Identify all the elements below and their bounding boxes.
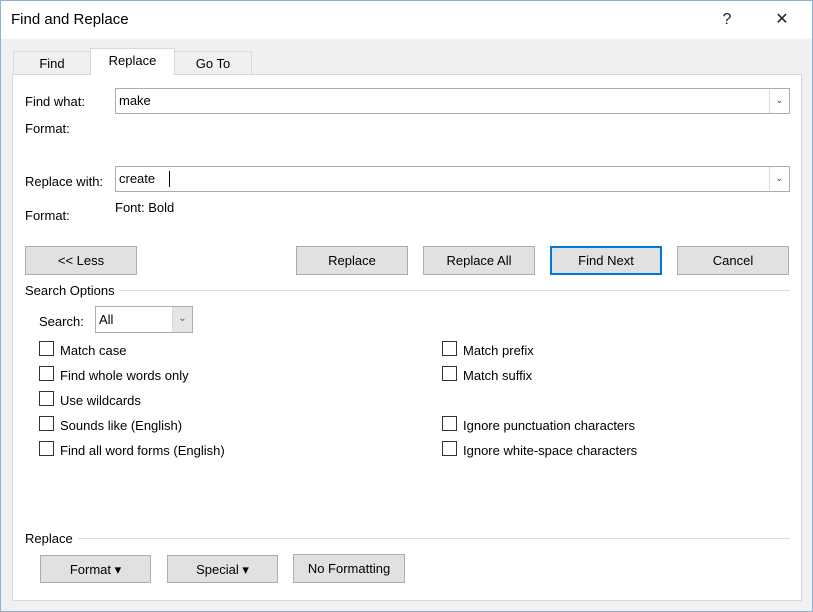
ignore-punctuation-label[interactable]: Ignore punctuation characters xyxy=(463,418,635,433)
find-format-label: Format: xyxy=(25,121,70,136)
replace-section-heading: Replace xyxy=(25,531,73,546)
whole-words-checkbox[interactable] xyxy=(39,366,54,381)
wildcards-label[interactable]: Use wildcards xyxy=(60,393,141,408)
search-options-heading: Search Options xyxy=(25,283,115,298)
replace-all-button[interactable]: Replace All xyxy=(423,246,535,275)
replace-format-value: Font: Bold xyxy=(115,200,175,215)
replace-with-input[interactable]: create ⌄ xyxy=(115,166,790,192)
replace-button[interactable]: Replace xyxy=(296,246,408,275)
search-direction-select[interactable]: All ⌄ xyxy=(95,306,193,333)
chevron-down-icon[interactable]: ⌄ xyxy=(769,167,789,191)
special-button[interactable]: Special ▾ xyxy=(167,555,278,583)
format-button[interactable]: Format ▾ xyxy=(40,555,151,583)
match-case-checkbox[interactable] xyxy=(39,341,54,356)
search-direction-value: All xyxy=(99,312,114,327)
search-label: Search: xyxy=(39,314,84,329)
match-suffix-checkbox[interactable] xyxy=(442,366,457,381)
tab-find[interactable]: Find xyxy=(13,51,91,75)
ignore-whitespace-label[interactable]: Ignore white-space characters xyxy=(463,443,637,458)
find-what-label: Find what: xyxy=(25,94,85,109)
less-button[interactable]: << Less xyxy=(25,246,137,275)
divider xyxy=(78,538,790,539)
replace-format-label: Format: xyxy=(25,208,70,223)
word-forms-label[interactable]: Find all word forms (English) xyxy=(60,443,225,458)
tab-replace[interactable]: Replace xyxy=(90,48,175,75)
find-what-input[interactable]: make ⌄ xyxy=(115,88,790,114)
chevron-down-icon[interactable]: ⌄ xyxy=(769,89,789,113)
match-prefix-label[interactable]: Match prefix xyxy=(463,343,534,358)
title-bar: Find and Replace ? ✕ xyxy=(1,1,812,39)
ignore-punctuation-checkbox[interactable] xyxy=(442,416,457,431)
replace-panel xyxy=(12,74,802,601)
text-cursor xyxy=(169,171,170,187)
match-prefix-checkbox[interactable] xyxy=(442,341,457,356)
whole-words-label[interactable]: Find whole words only xyxy=(60,368,189,383)
no-formatting-button[interactable]: No Formatting xyxy=(293,554,405,583)
ignore-whitespace-checkbox[interactable] xyxy=(442,441,457,456)
replace-with-label: Replace with: xyxy=(25,174,104,189)
replace-with-value: create xyxy=(119,171,156,186)
match-suffix-label[interactable]: Match suffix xyxy=(463,368,532,383)
word-forms-checkbox[interactable] xyxy=(39,441,54,456)
cancel-button[interactable]: Cancel xyxy=(677,246,789,275)
sounds-like-label[interactable]: Sounds like (English) xyxy=(60,418,182,433)
divider xyxy=(119,290,790,291)
window-title: Find and Replace xyxy=(11,11,129,28)
close-button[interactable]: ✕ xyxy=(768,7,796,33)
chevron-down-icon[interactable]: ⌄ xyxy=(172,307,192,332)
sounds-like-checkbox[interactable] xyxy=(39,416,54,431)
match-case-label[interactable]: Match case xyxy=(60,343,126,358)
help-button[interactable]: ? xyxy=(713,7,741,33)
find-what-value: make xyxy=(119,93,151,108)
tab-go-to[interactable]: Go To xyxy=(174,51,252,75)
find-next-button[interactable]: Find Next xyxy=(550,246,662,275)
wildcards-checkbox[interactable] xyxy=(39,391,54,406)
